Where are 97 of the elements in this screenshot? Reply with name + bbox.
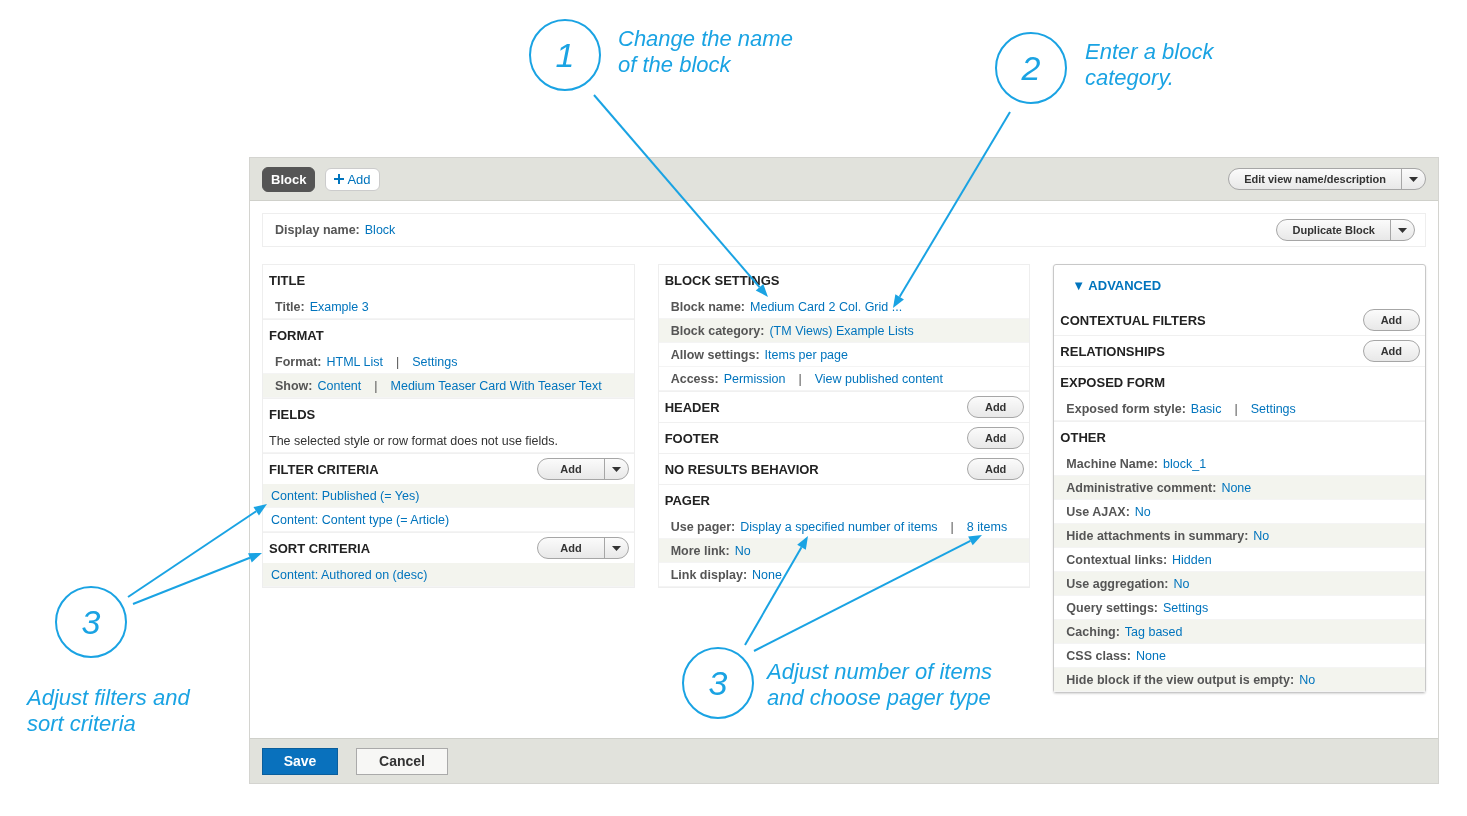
add-button[interactable]: Add [538, 538, 604, 558]
plus-icon [334, 174, 345, 184]
setting-label: Contextual links: [1066, 552, 1168, 567]
setting-label: Exposed form style: [1066, 401, 1186, 416]
cancel-button[interactable]: Cancel [356, 747, 448, 775]
setting-link[interactable]: Tag based [1124, 624, 1183, 639]
setting-link[interactable]: No [1134, 504, 1151, 519]
setting-link[interactable]: block_1 [1163, 456, 1207, 471]
setting-link[interactable]: (TM Views) Example Lists [769, 323, 914, 338]
setting-label: Block category: [670, 323, 765, 338]
setting-label: Link display: [670, 567, 748, 582]
setting-label: Use AJAX: [1066, 504, 1130, 519]
note-text: The selected style or row format does not use fields. [269, 433, 559, 448]
add-button[interactable]: Duplicate Block [1277, 220, 1390, 240]
callout-badge: 1 [529, 19, 601, 91]
display-tab[interactable]: Block [262, 166, 316, 192]
setting-link[interactable]: No [734, 543, 751, 558]
setting-link[interactable]: View published content [814, 371, 944, 386]
separator: | [373, 378, 379, 393]
criteria-link[interactable]: Content: Authored on (desc) [271, 567, 428, 582]
setting-link[interactable]: Medium Card 2 Col. Grid ... [750, 299, 903, 314]
section-title: FIELDS [269, 406, 316, 422]
setting-link[interactable]: Display a specified number of items [740, 519, 938, 534]
section-title: FORMAT [269, 327, 324, 343]
section-title: EXPOSED FORM [1060, 374, 1166, 390]
setting-label: Machine Name: [1066, 456, 1159, 471]
setting-label: CSS class: [1066, 648, 1131, 663]
section-title: SORT CRITERIA [269, 540, 371, 556]
setting-label: Query settings: [1066, 600, 1159, 615]
callout-text: Adjust number of items and choose pager type [767, 659, 992, 711]
setting-link[interactable]: Settings [1163, 600, 1209, 615]
setting-link[interactable]: Permission [723, 371, 786, 386]
setting-label: Hide attachments in summary: [1066, 528, 1249, 543]
setting-label: Access: [670, 371, 719, 386]
setting-link[interactable]: Settings [1250, 401, 1296, 416]
add-display-button[interactable]: Add [325, 167, 380, 191]
setting-label: Use pager: [670, 519, 736, 534]
setting-link[interactable]: Medium Teaser Card With Teaser Text [390, 378, 602, 393]
setting-link[interactable]: None [752, 567, 782, 582]
section-title: PAGER [664, 492, 710, 508]
advanced-toggle[interactable]: ▼ ADVANCED [1054, 269, 1425, 305]
add-button[interactable]: Add [967, 397, 1024, 417]
section-title: CONTEXTUAL FILTERS [1060, 312, 1206, 328]
setting-link[interactable]: 8 items [966, 519, 1008, 534]
setting-label: Show: [275, 378, 313, 393]
setting-link[interactable]: Hidden [1172, 552, 1212, 567]
add-button[interactable]: Add [967, 459, 1024, 479]
setting-label: More link: [670, 543, 730, 558]
section-title: HEADER [664, 399, 720, 415]
setting-label: Administrative comment: [1066, 480, 1217, 495]
section-title: RELATIONSHIPS [1060, 343, 1165, 359]
caret-icon [611, 545, 621, 551]
add-button[interactable]: Add [1363, 341, 1419, 361]
criteria-link[interactable]: Content: Content type (= Article) [271, 512, 450, 527]
setting-label: Title: [275, 299, 305, 314]
display-name-label: Display name: [275, 223, 360, 237]
callout-text: Enter a block category. [1085, 39, 1214, 91]
separator: | [797, 371, 803, 386]
caret-icon [1409, 176, 1418, 182]
setting-label: Format: [275, 354, 322, 369]
setting-label: Block name: [670, 299, 745, 314]
setting-link[interactable]: Basic [1190, 401, 1222, 416]
setting-link[interactable]: Example 3 [309, 299, 369, 314]
setting-label: Use aggregation: [1066, 576, 1169, 591]
setting-link[interactable]: Items per page [764, 347, 848, 362]
setting-link[interactable]: HTML List [326, 354, 384, 369]
callout-text: Change the name of the block [618, 26, 793, 78]
setting-link[interactable]: No [1299, 672, 1316, 687]
setting-link[interactable]: No [1173, 576, 1190, 591]
section-title: FILTER CRITERIA [269, 461, 379, 477]
caret-icon [611, 466, 621, 472]
callout-badge: 2 [995, 32, 1067, 104]
setting-link[interactable]: None [1221, 480, 1252, 495]
callout-text: Adjust filters and sort criteria [27, 685, 190, 737]
separator: | [949, 519, 955, 534]
separator: | [1233, 401, 1239, 416]
add-button[interactable]: Add [1363, 310, 1419, 330]
save-button[interactable]: Save [262, 747, 338, 775]
add-button[interactable]: Edit view name/description [1229, 169, 1401, 189]
display-name-link[interactable]: Block [364, 223, 396, 237]
setting-link[interactable]: None [1135, 648, 1166, 663]
setting-link[interactable]: Settings [412, 354, 458, 369]
criteria-link[interactable]: Content: Published (= Yes) [271, 488, 420, 503]
section-title: NO RESULTS BEHAVIOR [664, 461, 819, 477]
setting-label: Hide block if the view output is empty: [1066, 672, 1295, 687]
setting-label: Allow settings: [670, 347, 760, 362]
add-button[interactable]: Add [967, 428, 1024, 448]
caret-icon [1398, 227, 1407, 233]
callout-badge: 3 [55, 586, 127, 658]
separator: | [395, 354, 401, 369]
section-title: OTHER [1060, 429, 1106, 445]
add-button[interactable]: Add [538, 459, 604, 479]
setting-link[interactable]: Content [317, 378, 362, 393]
section-title: FOOTER [664, 430, 719, 446]
setting-label: Caching: [1066, 624, 1120, 639]
setting-link[interactable]: No [1253, 528, 1270, 543]
section-title: TITLE [269, 272, 306, 288]
